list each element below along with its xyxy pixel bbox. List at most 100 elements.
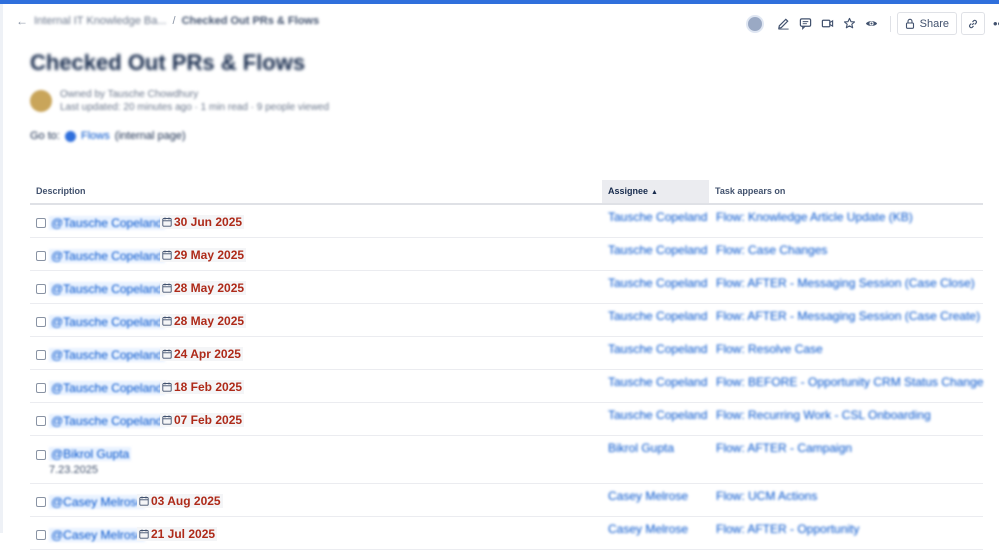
avatar[interactable]: [745, 14, 764, 33]
goto-prefix: Go to:: [30, 130, 60, 142]
lock-icon: [905, 18, 914, 29]
user-mention[interactable]: @Casey Melrose: [49, 528, 146, 542]
calendar-icon: [162, 316, 172, 326]
task-checkbox[interactable]: [36, 416, 46, 426]
user-mention[interactable]: @Tausche Copeland: [49, 282, 165, 296]
breadcrumb-current[interactable]: Checked Out PRs & Flows: [182, 15, 320, 27]
link-icon: [969, 19, 977, 28]
video-icon[interactable]: [818, 14, 838, 34]
calendar-icon: [162, 349, 172, 359]
task-page-link[interactable]: Flow: Knowledge Article Update (KB): [716, 210, 913, 224]
assignee-link[interactable]: Tausche Copeland: [608, 342, 707, 356]
goto-line: Go to: Flows (internal page): [30, 130, 186, 142]
table-row: @Casey Melrose 21 Jul 2025 Casey Melrose Fl…: [30, 517, 983, 550]
due-date-lozenge[interactable]: 07 Feb 2025: [160, 413, 245, 427]
share-button-label: Share: [919, 17, 949, 30]
more-options-icon[interactable]: •••: [993, 16, 999, 31]
task-page-link[interactable]: Flow: AFTER - Messaging Session (Case Cr…: [716, 309, 980, 323]
toolbar-divider: [889, 15, 891, 32]
watch-eye-icon[interactable]: [862, 14, 882, 34]
due-date-lozenge[interactable]: 30 Jun 2025: [160, 215, 245, 229]
column-header-task[interactable]: Task appears on: [709, 180, 983, 203]
owner-line: Owned by Tausche Chowdhury: [60, 89, 199, 100]
due-date-text: 29 May 2025: [174, 248, 245, 262]
task-checkbox[interactable]: [36, 450, 46, 460]
task-checkbox[interactable]: [36, 284, 46, 294]
table-row: @Tausche Copeland 28 May 2025 Tausche Cope…: [30, 271, 983, 304]
calendar-icon: [162, 382, 172, 392]
column-header-assignee-label: Assignee: [608, 186, 649, 196]
table-row: @Tausche Copeland 07 Feb 2025 Tausche Cope…: [30, 403, 983, 436]
task-checkbox[interactable]: [36, 317, 46, 327]
due-date-text: 03 Aug 2025: [151, 494, 221, 508]
table-header: Description Assignee ▲ Task appears on: [30, 180, 983, 205]
assignee-link[interactable]: Tausche Copeland: [608, 276, 707, 290]
task-page-link[interactable]: Flow: AFTER - Campaign: [716, 441, 852, 455]
column-header-assignee[interactable]: Assignee ▲: [602, 180, 709, 203]
due-date-lozenge[interactable]: 03 Aug 2025: [137, 494, 223, 508]
due-date-lozenge[interactable]: 18 Feb 2025: [160, 380, 245, 394]
copy-link-button[interactable]: [961, 12, 985, 35]
comment-icon[interactable]: [796, 14, 816, 34]
task-page-link[interactable]: Flow: UCM Actions: [716, 489, 817, 503]
edit-icon[interactable]: [774, 14, 794, 34]
breadcrumb: ← Internal IT Knowledge Ba... / Checked …: [16, 14, 319, 28]
task-checkbox[interactable]: [36, 497, 46, 507]
page-link-icon: [64, 130, 76, 142]
task-checkbox[interactable]: [36, 383, 46, 393]
user-mention[interactable]: @Casey Melrose: [49, 495, 146, 509]
calendar-icon: [162, 283, 172, 293]
assignee-link[interactable]: Tausche Copeland: [608, 408, 707, 422]
assignee-link[interactable]: Tausche Copeland: [608, 309, 707, 323]
goto-suffix: (internal page): [114, 130, 186, 142]
calendar-icon: [162, 217, 172, 227]
owner-avatar[interactable]: [30, 90, 52, 112]
due-date-lozenge[interactable]: 28 May 2025: [160, 314, 247, 328]
goto-link[interactable]: Flows: [81, 130, 110, 142]
task-page-link[interactable]: Flow: Case Changes: [716, 243, 827, 257]
assignee-link[interactable]: Casey Melrose: [608, 489, 688, 503]
due-date-lozenge[interactable]: 21 Jul 2025: [137, 527, 218, 541]
table-row: @Tausche Copeland 24 Apr 2025 Tausche Cope…: [30, 337, 983, 370]
table-row: @Casey Melrose 03 Aug 2025 Casey Melrose Fl…: [30, 484, 983, 517]
user-mention[interactable]: @Tausche Copeland: [49, 216, 165, 230]
task-page-link[interactable]: Flow: BEFORE - Opportunity CRM Status Ch…: [716, 375, 983, 389]
task-checkbox[interactable]: [36, 350, 46, 360]
header-toolbar: Share •••: [745, 12, 999, 35]
task-page-link[interactable]: Flow: AFTER - Opportunity: [716, 522, 859, 536]
calendar-icon: [139, 529, 149, 539]
user-mention[interactable]: @Bikrol Gupta: [49, 447, 132, 461]
sort-ascending-icon: ▲: [651, 189, 658, 196]
user-mention[interactable]: @Tausche Copeland: [49, 381, 165, 395]
user-mention[interactable]: @Tausche Copeland: [49, 249, 165, 263]
task-page-link[interactable]: Flow: Recurring Work - CSL Onboarding: [716, 408, 931, 422]
table-row: @Tausche Copeland 18 Feb 2025 Tausche Cope…: [30, 370, 983, 403]
assignee-link[interactable]: Tausche Copeland: [608, 375, 707, 389]
due-date-lozenge[interactable]: 24 Apr 2025: [160, 347, 243, 361]
table-row: @Bikrol Gupta 7.23.2025 Bikrol Gupta Flow: …: [30, 436, 983, 484]
table-row: @Tausche Copeland 28 May 2025 Tausche Cope…: [30, 304, 983, 337]
assignee-link[interactable]: Casey Melrose: [608, 522, 688, 536]
due-date-text: 28 May 2025: [174, 281, 245, 295]
share-button[interactable]: Share: [896, 12, 957, 35]
user-mention[interactable]: @Tausche Copeland: [49, 414, 165, 428]
column-header-description[interactable]: Description: [30, 180, 602, 203]
task-checkbox[interactable]: [36, 218, 46, 228]
breadcrumb-separator-icon: /: [172, 15, 176, 27]
assignee-link[interactable]: Tausche Copeland: [608, 243, 707, 257]
task-checkbox[interactable]: [36, 530, 46, 540]
due-date-lozenge[interactable]: 29 May 2025: [160, 248, 247, 262]
assignee-link[interactable]: Tausche Copeland: [608, 210, 707, 224]
due-date-lozenge[interactable]: 28 May 2025: [160, 281, 247, 295]
task-page-link[interactable]: Flow: AFTER - Messaging Session (Case Cl…: [716, 276, 975, 290]
user-mention[interactable]: @Tausche Copeland: [49, 315, 165, 329]
page-title: Checked Out PRs & Flows: [30, 50, 306, 75]
star-icon[interactable]: [840, 14, 860, 34]
task-checkbox[interactable]: [36, 251, 46, 261]
task-page-link[interactable]: Flow: Resolve Case: [716, 342, 823, 356]
assignee-link[interactable]: Bikrol Gupta: [608, 441, 674, 455]
user-mention[interactable]: @Tausche Copeland: [49, 348, 165, 362]
page-meta: Last updated: 20 minutes ago · 1 min rea…: [60, 102, 330, 113]
back-arrow-icon[interactable]: ←: [16, 14, 28, 28]
breadcrumb-item[interactable]: Internal IT Knowledge Ba...: [34, 15, 167, 27]
